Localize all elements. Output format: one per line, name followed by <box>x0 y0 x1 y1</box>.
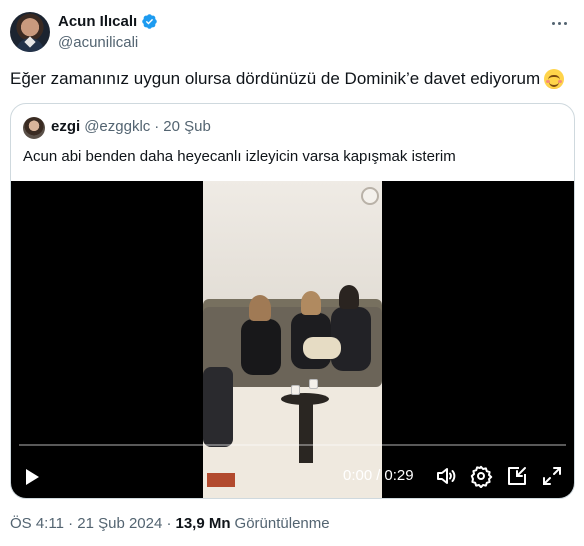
play-icon[interactable] <box>26 469 39 485</box>
current-time: 0:00 <box>343 467 373 484</box>
video-player[interactable]: 0:00 / 0:29 <box>11 181 574 498</box>
quoted-tweet-text: Acun abi benden daha heyecanlı izleyicin… <box>23 148 456 165</box>
volume-icon[interactable] <box>434 464 458 488</box>
quoted-author-name[interactable]: ezgi <box>51 118 80 135</box>
quoted-date[interactable]: 20 Şub <box>163 118 211 135</box>
author-display-name[interactable]: Acun Ilıcalı <box>58 13 137 30</box>
video-frame <box>203 181 382 498</box>
quoted-tweet[interactable]: ezgi @ezggklc · 20 Şub Acun abi benden d… <box>10 103 575 499</box>
tweet: Acun Ilıcalı @acunilicali Eğer zamanınız… <box>0 0 584 546</box>
views-label: Görüntülenme <box>234 515 330 532</box>
quoted-author-handle[interactable]: @ezggklc <box>84 118 150 135</box>
video-time: 0:00 / 0:29 <box>343 467 414 484</box>
author-avatar[interactable] <box>10 12 50 52</box>
fullscreen-icon[interactable] <box>540 464 564 488</box>
duration: 0:29 <box>384 467 414 484</box>
tweet-meta: ÖS 4:11 · 21 Şub 2024 · 13,9 Mn Görüntül… <box>10 515 330 532</box>
quoted-author-row: ezgi @ezggklc · 20 Şub <box>51 118 211 135</box>
tweet-text-content: Eğer zamanınız uygun olursa dördünüzü de… <box>10 69 541 88</box>
author-handle[interactable]: @acunilicali <box>58 34 138 51</box>
views-count: 13,9 Mn <box>175 515 231 532</box>
picture-in-picture-icon[interactable] <box>505 464 529 488</box>
verified-badge-icon <box>142 14 157 29</box>
more-options-icon[interactable] <box>548 14 570 32</box>
quoted-author-avatar[interactable] <box>23 117 45 139</box>
smiling-face-emoji-icon <box>544 69 565 89</box>
gear-icon[interactable] <box>469 464 493 488</box>
quoted-separator: · <box>154 118 160 135</box>
tweet-timestamp[interactable]: ÖS 4:11 · 21 Şub 2024 · <box>10 515 172 532</box>
video-progress-bar[interactable] <box>19 444 566 446</box>
time-separator: / <box>376 467 381 484</box>
tweet-text: Eğer zamanınız uygun olursa dördünüzü de… <box>10 68 576 90</box>
author-name-row: Acun Ilıcalı <box>58 13 158 30</box>
